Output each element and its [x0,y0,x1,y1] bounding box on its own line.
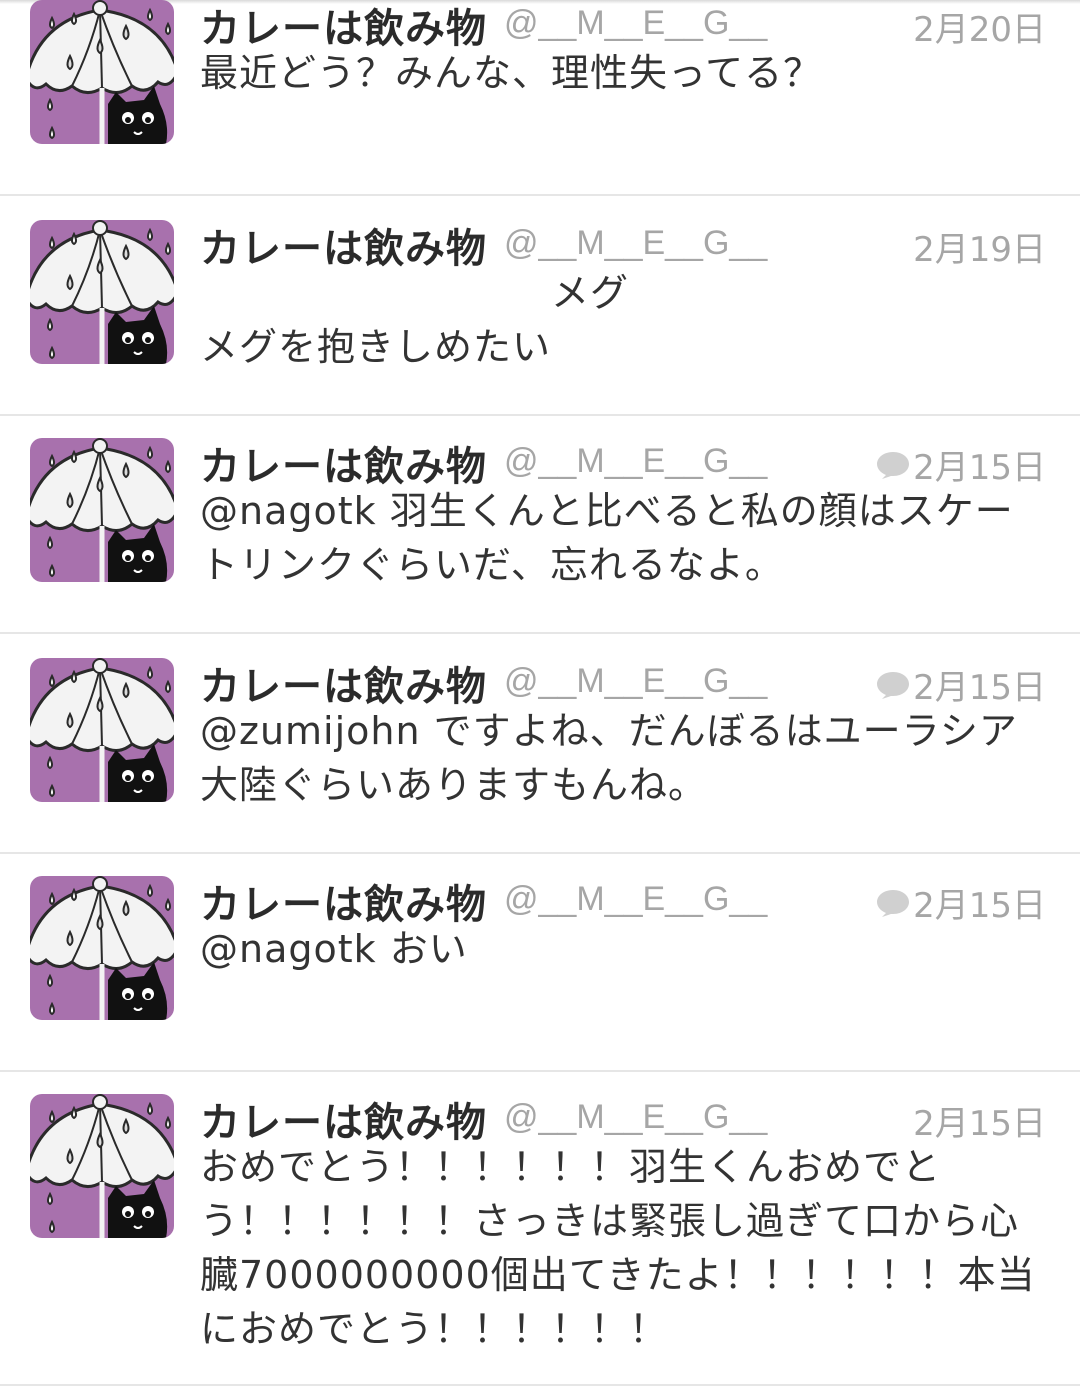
tweet-date: 2月15日 [913,1104,1046,1144]
tweet-item[interactable]: カレーは飲み物 @__M__E__G__ 2月15日 おめでとう！！！！！！羽生くんお… [0,1086,1080,1386]
speech-bubble-icon [876,450,910,480]
user-handle: @__M__E__G__ [504,1098,768,1136]
user-handle: @__M__E__G__ [504,4,768,42]
tweet-text: メグ メグを抱きしめたい [200,271,630,369]
tweet-item[interactable]: カレーは飲み物 @__M__E__G__ 2月19日 メグ メグを抱きしめたい [0,212,1080,416]
avatar[interactable] [30,220,174,364]
user-handle: @__M__E__G__ [504,662,768,700]
tweet-item[interactable]: カレーは飲み物 @__M__E__G__ 2月15日 @zumijohn ですよね、… [0,650,1080,854]
user-handle: @__M__E__G__ [504,442,768,480]
tweet-item[interactable]: カレーは飲み物 @__M__E__G__ 2月15日 @nagotk おい [0,868,1080,1072]
tweet-text: 最近どう？みんな、理性失ってる？ [200,51,823,95]
avatar[interactable] [30,1094,174,1238]
avatar[interactable] [30,658,174,802]
tweet-text: @nagotk おい [200,927,468,971]
speech-bubble-icon [876,670,910,700]
tweet-date: 2月20日 [913,10,1046,50]
tweet-item[interactable]: カレーは飲み物 @__M__E__G__ 2月15日 @nagotk 羽生くんと比べ… [0,430,1080,634]
tweet-date: 2月15日 [913,886,1046,926]
tweet-text: おめでとう！！！！！！羽生くんおめでとう！！！！！！さっきは緊張し過ぎて口から心… [200,1145,1036,1351]
tweet-text: @zumijohn ですよね、だんぼるはユーラシア大陸ぐらいありますもんね。 [200,709,1018,807]
tweet-date: 2月19日 [913,230,1046,270]
avatar[interactable] [30,438,174,582]
tweet-date: 2月15日 [913,448,1046,488]
avatar[interactable] [30,0,174,144]
tweet-item[interactable]: カレーは飲み物 @__M__E__G__ 2月20日 最近どう？みんな、理性失ってる？ [0,0,1080,196]
avatar[interactable] [30,876,174,1020]
tweet-text: @nagotk 羽生くんと比べると私の顔はスケートリンクぐらいだ、忘れるなよ。 [200,489,1014,587]
speech-bubble-icon [876,888,910,918]
user-handle: @__M__E__G__ [504,880,768,918]
tweet-date: 2月15日 [913,668,1046,708]
user-handle: @__M__E__G__ [504,224,768,262]
